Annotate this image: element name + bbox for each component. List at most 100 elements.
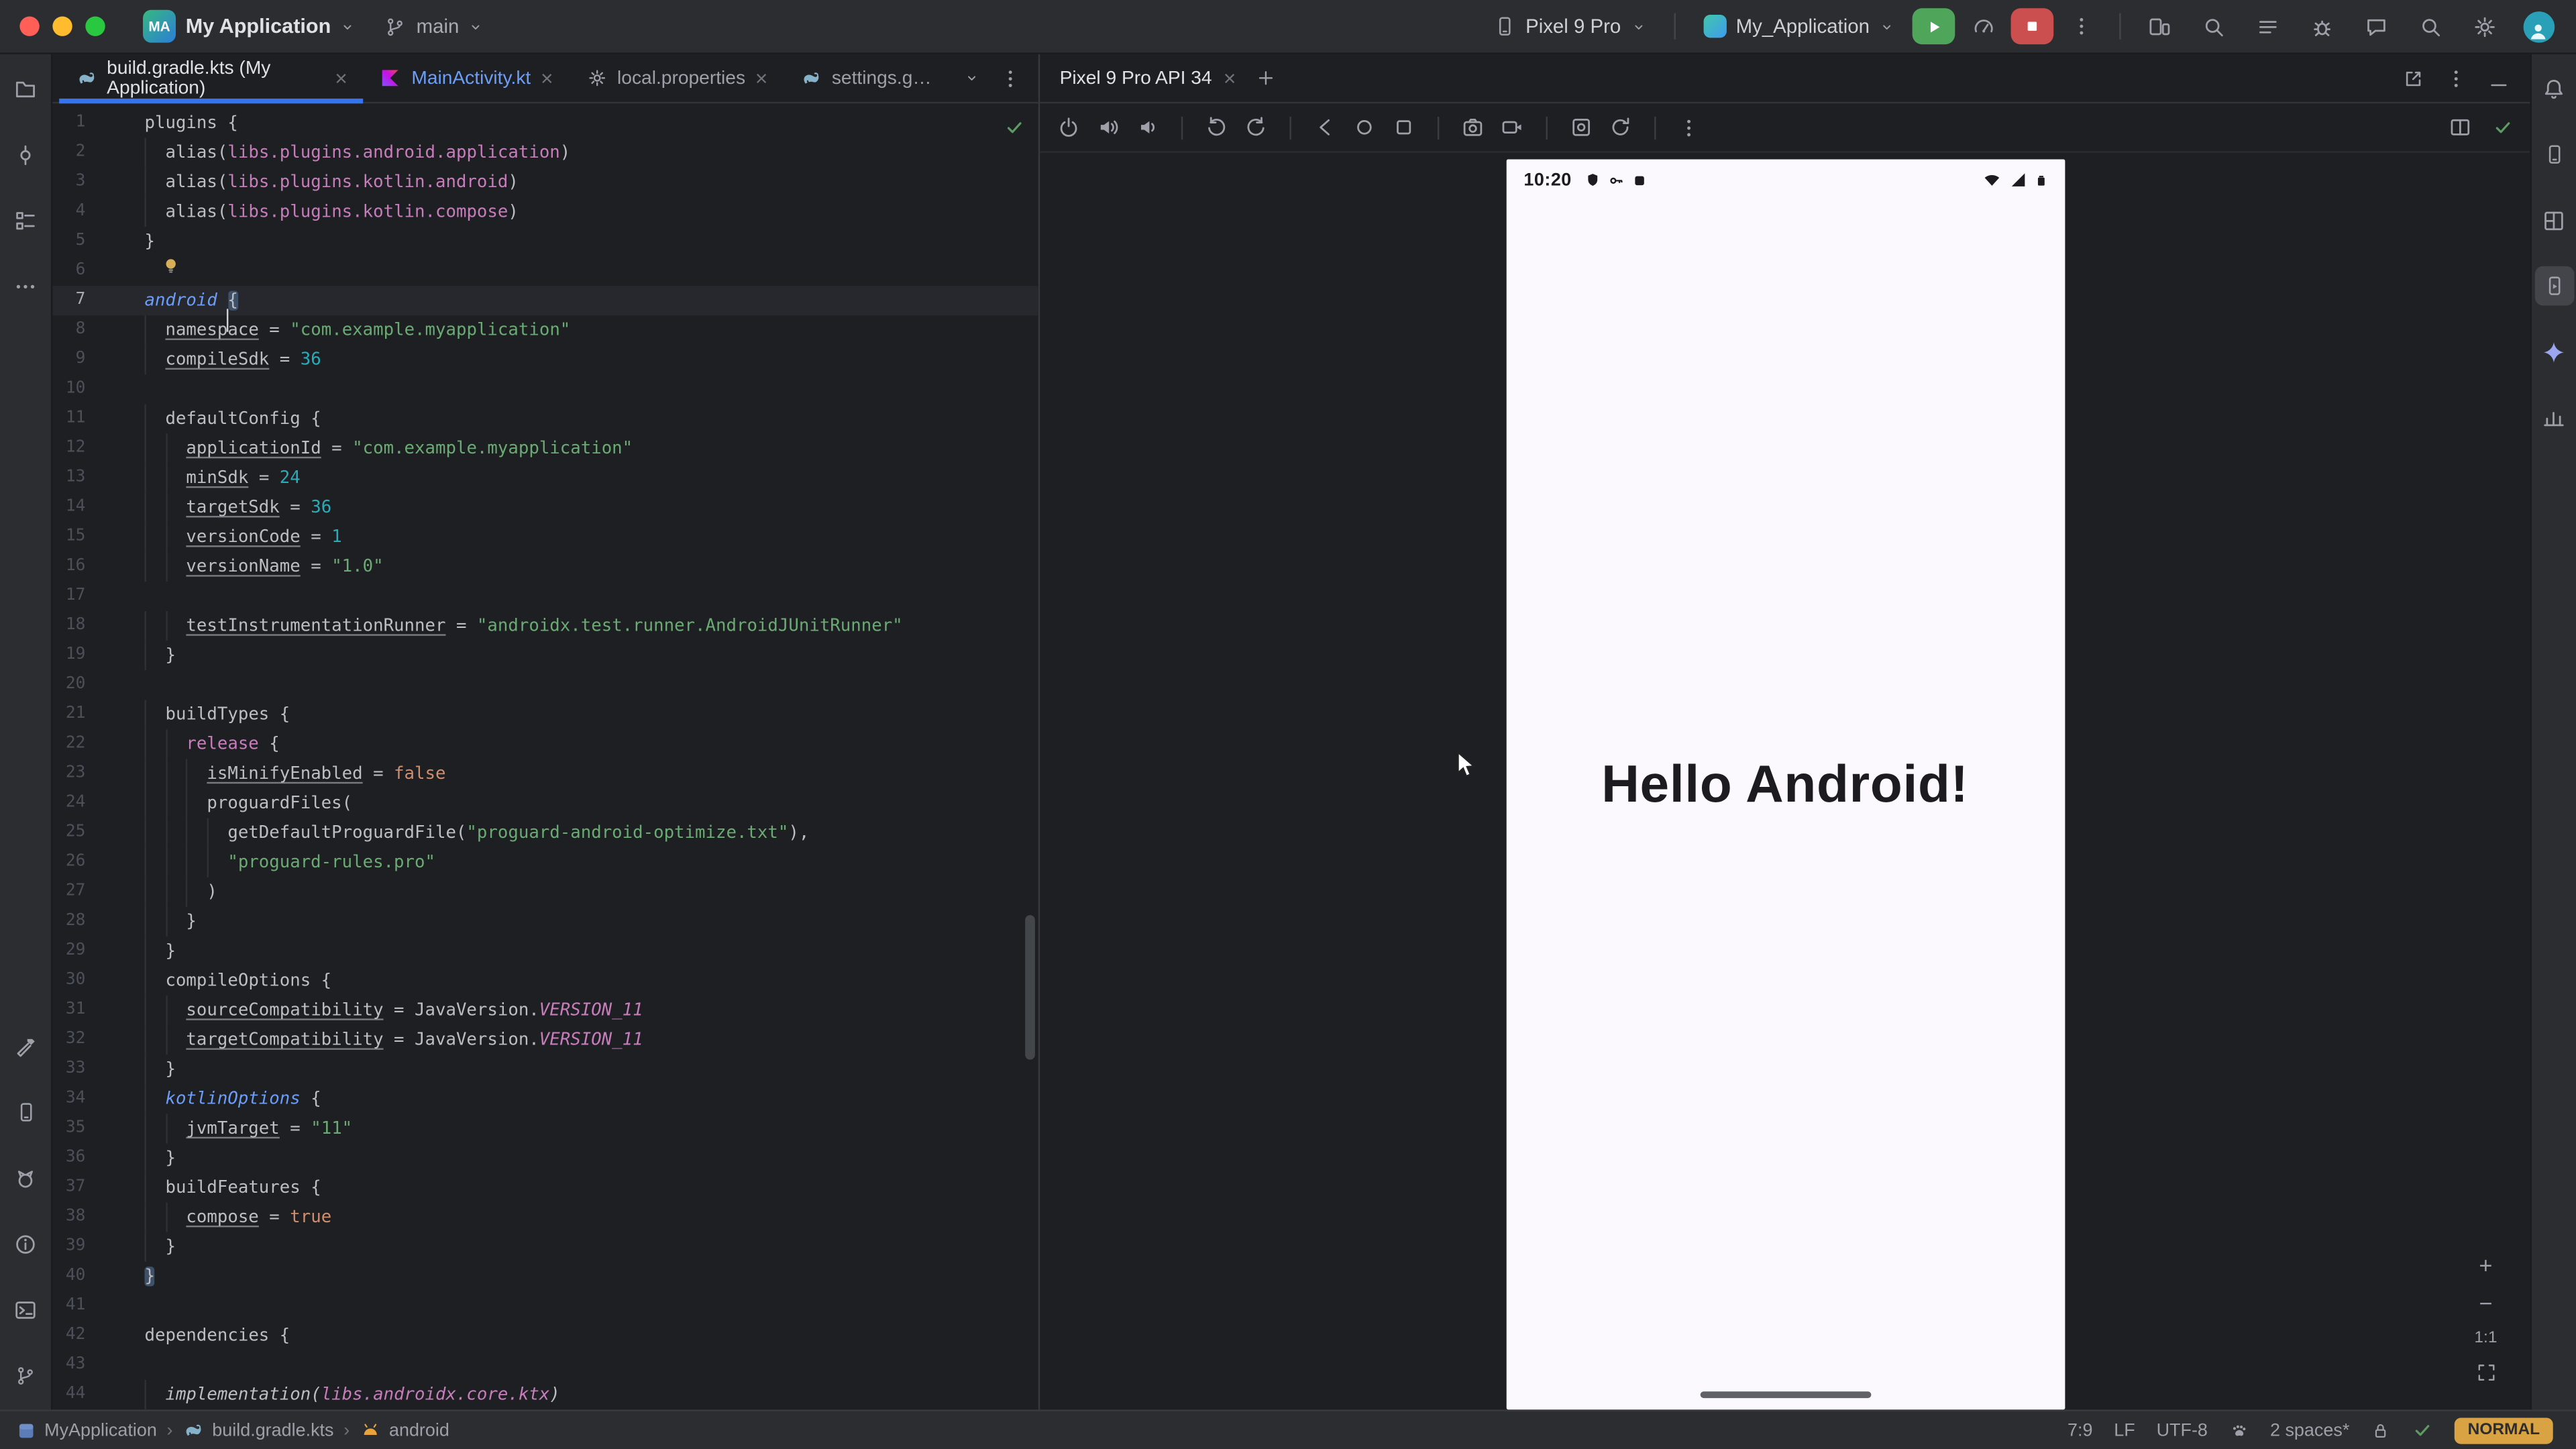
code-editor[interactable]: 1plugins {2alias(libs.plugins.android.ap… [52, 103, 1038, 1409]
split-view-icon[interactable] [2448, 115, 2473, 140]
toolwindow-running-devices-button[interactable] [2534, 266, 2574, 306]
code-line-1[interactable]: 1plugins { [52, 109, 1038, 138]
code-line-13[interactable]: 13minSdk = 24 [52, 464, 1038, 493]
code-line-20[interactable]: 20 [52, 670, 1038, 700]
code-line-29[interactable]: 29} [52, 936, 1038, 966]
code-line-5[interactable]: 5} [52, 227, 1038, 256]
code-line-8[interactable]: 8namespace = "com.example.myapplication" [52, 315, 1038, 345]
more-options-icon[interactable] [2445, 66, 2467, 89]
bug-report-icon[interactable] [2300, 8, 2343, 44]
caret-position-widget[interactable]: 7:9 [2068, 1420, 2092, 1440]
indent-widget[interactable]: 2 spaces* [2270, 1420, 2349, 1440]
code-line-16[interactable]: 16versionName = "1.0" [52, 552, 1038, 582]
toolwindow-project-button[interactable] [6, 69, 46, 109]
restart-icon[interactable] [1609, 115, 1633, 140]
code-line-38[interactable]: 38compose = true [52, 1203, 1038, 1232]
toolwindow-device-manager-button[interactable] [6, 1093, 46, 1132]
run-button[interactable] [1913, 8, 1955, 44]
editor-scrollbar-thumb[interactable] [1025, 915, 1035, 1060]
navigation-handle[interactable] [1699, 1391, 1870, 1398]
hidden-tabs-icon[interactable] [965, 70, 979, 85]
code-line-18[interactable]: 18testInstrumentationRunner = "androidx.… [52, 611, 1038, 641]
code-line-42[interactable]: 42dependencies { [52, 1321, 1038, 1350]
toolwindow-logcat-button[interactable] [6, 1159, 46, 1198]
toolwindow-more-tool-windows-button[interactable] [6, 266, 46, 306]
code-line-36[interactable]: 36} [52, 1143, 1038, 1173]
todo-list-icon[interactable] [2246, 8, 2289, 44]
code-line-32[interactable]: 32targetCompatibility = JavaVersion.VERS… [52, 1025, 1038, 1055]
rotate-right-icon[interactable] [1244, 115, 1269, 140]
power-icon[interactable] [1057, 115, 1081, 140]
toolwindow-app-quality-insights-button[interactable] [2534, 398, 2574, 437]
close-tab-icon[interactable]: × [755, 67, 768, 89]
hide-icon[interactable] [2487, 66, 2510, 89]
more-options-icon[interactable] [1677, 116, 1700, 139]
stop-button[interactable] [2011, 8, 2054, 44]
editor-tab[interactable]: MainActivity.kt× [364, 54, 570, 102]
code-line-27[interactable]: 27) [52, 877, 1038, 907]
close-tab-icon[interactable]: × [1224, 67, 1236, 89]
device-selector[interactable]: Pixel 9 Pro [1481, 10, 1657, 43]
profiler-button[interactable] [1962, 8, 2004, 44]
zoom-in-button[interactable]: + [2479, 1254, 2492, 1277]
minimize-window-button[interactable] [52, 16, 72, 36]
code-line-19[interactable]: 19} [52, 641, 1038, 670]
code-line-41[interactable]: 41 [52, 1291, 1038, 1321]
code-line-24[interactable]: 24proguardFiles( [52, 789, 1038, 818]
close-tab-icon[interactable]: × [335, 67, 347, 89]
device-display-area[interactable]: 10:20 Hello Android! + − 1:1 [1040, 153, 2530, 1409]
toolwindow-structure-button[interactable] [6, 201, 46, 240]
breadcrumb-MyApplication[interactable]: MyApplication [16, 1420, 156, 1440]
snapshot-icon[interactable] [1569, 115, 1594, 140]
tab-options-icon[interactable] [999, 66, 1022, 89]
code-line-35[interactable]: 35jvmTarget = "11" [52, 1114, 1038, 1143]
code-line-40[interactable]: 40} [52, 1262, 1038, 1291]
code-line-22[interactable]: 22release { [52, 729, 1038, 759]
fullscreen-window-button[interactable] [85, 16, 105, 36]
code-line-25[interactable]: 25getDefaultProguardFile("proguard-andro… [52, 818, 1038, 848]
encoding-widget[interactable]: UTF-8 [2157, 1420, 2208, 1440]
profile-icon[interactable] [2517, 8, 2560, 44]
more-run-actions-button[interactable] [2060, 8, 2103, 44]
toolwindow-version-control-button[interactable] [6, 1355, 46, 1395]
editor-tab[interactable]: build.gradle.kts (My Application)× [59, 54, 364, 102]
code-line-33[interactable]: 33} [52, 1055, 1038, 1084]
close-window-button[interactable] [19, 16, 39, 36]
editor-tab[interactable]: local.properties× [570, 54, 784, 102]
toolwindow-build-button[interactable] [6, 1027, 46, 1067]
close-tab-icon[interactable]: × [541, 67, 553, 89]
search-everywhere-icon[interactable] [2408, 8, 2451, 44]
lock-icon[interactable] [2371, 1420, 2390, 1440]
code-line-17[interactable]: 17 [52, 582, 1038, 611]
overview-icon[interactable] [1391, 115, 1416, 140]
screenshot-icon[interactable] [1460, 115, 1485, 140]
toolwindow-layout-inspector-button[interactable] [2534, 201, 2574, 240]
volume-up-icon[interactable] [1095, 115, 1120, 140]
toolwindow-device-explorer-button[interactable] [2534, 135, 2574, 174]
code-line-9[interactable]: 9compileSdk = 36 [52, 345, 1038, 374]
code-line-11[interactable]: 11defaultConfig { [52, 404, 1038, 433]
code-line-6[interactable]: 6 [52, 256, 1038, 286]
line-separator-widget[interactable]: LF [2114, 1420, 2135, 1440]
branch-selector[interactable]: main [374, 10, 495, 43]
toolwindow-terminal-button[interactable] [6, 1289, 46, 1329]
inspections-widget-icon[interactable] [2412, 1419, 2433, 1441]
home-icon[interactable] [1352, 115, 1377, 140]
code-line-28[interactable]: 28} [52, 907, 1038, 936]
code-line-4[interactable]: 4alias(libs.plugins.kotlin.compose) [52, 197, 1038, 227]
device-tab[interactable]: Pixel 9 Pro API 34 × [1060, 67, 1236, 89]
toolwindow-commit-button[interactable] [6, 135, 46, 174]
code-line-2[interactable]: 2alias(libs.plugins.android.application) [52, 138, 1038, 168]
project-selector[interactable]: MA My Application [131, 5, 367, 48]
code-line-3[interactable]: 3alias(libs.plugins.kotlin.android) [52, 168, 1038, 197]
screen-record-icon[interactable] [1500, 115, 1525, 140]
toolwindow-notifications-button[interactable] [2534, 69, 2574, 109]
paw-icon[interactable] [2229, 1420, 2249, 1440]
rotate-left-icon[interactable] [1204, 115, 1229, 140]
device-mirroring-icon[interactable] [2137, 8, 2180, 44]
search-actions-icon[interactable] [2192, 8, 2235, 44]
code-line-10[interactable]: 10 [52, 374, 1038, 404]
code-line-39[interactable]: 39} [52, 1232, 1038, 1262]
fit-screen-button[interactable] [2475, 1362, 2497, 1383]
code-line-34[interactable]: 34kotlinOptions { [52, 1084, 1038, 1114]
